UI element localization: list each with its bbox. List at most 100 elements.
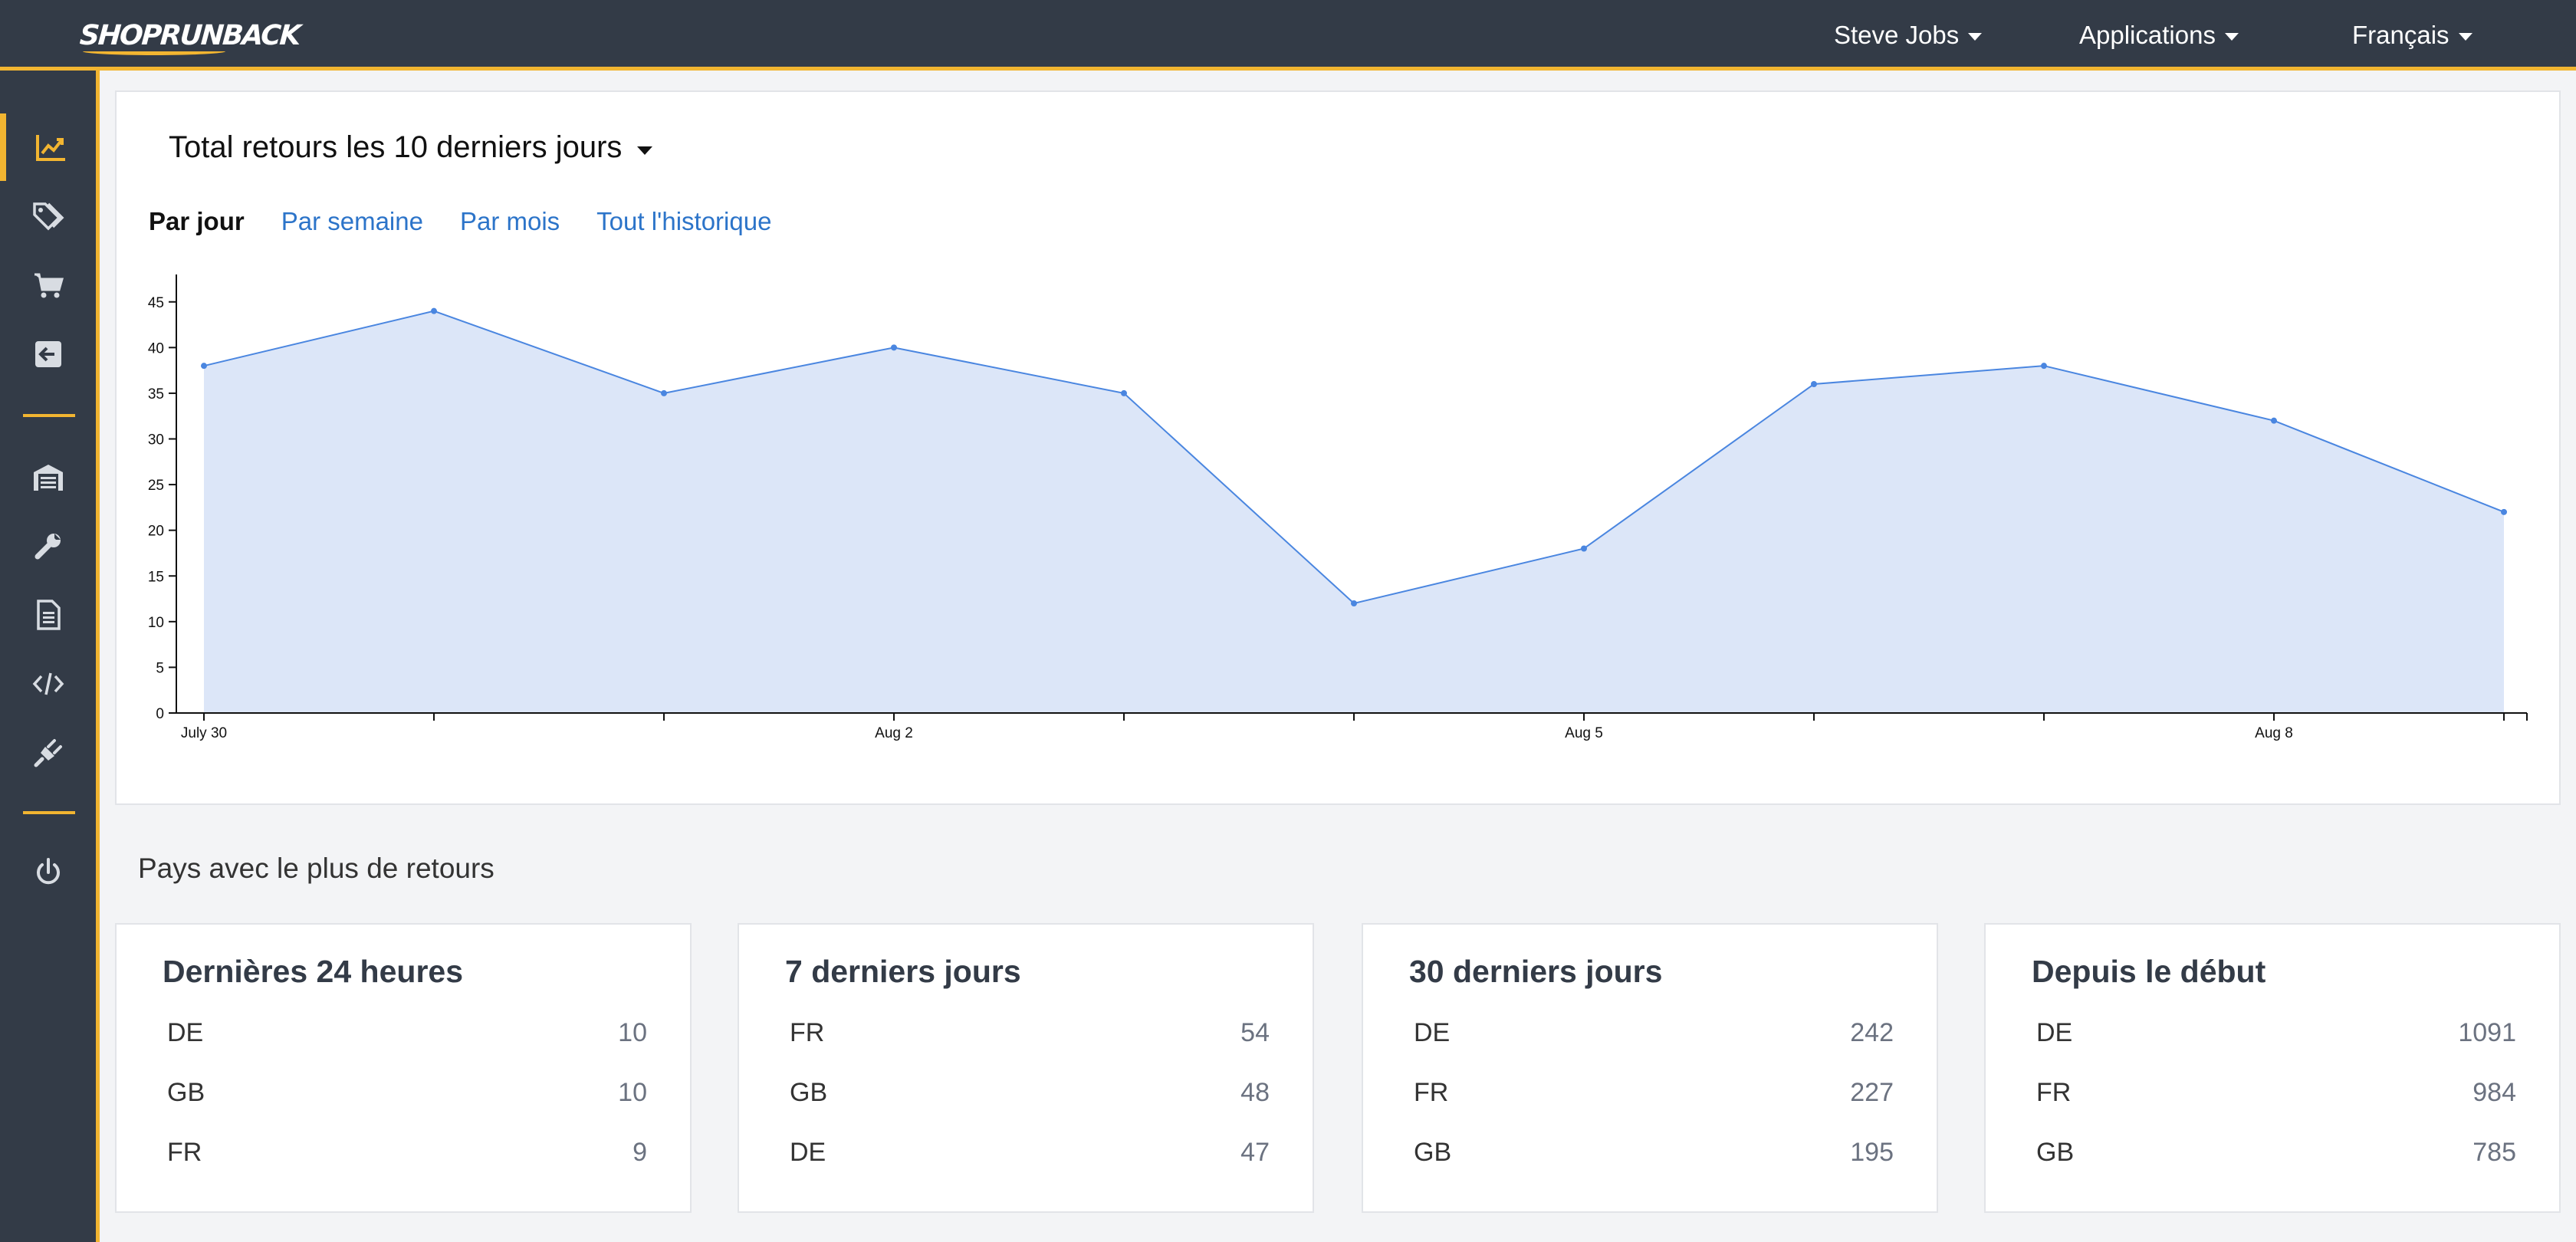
sidebar-item-warehouses[interactable] bbox=[0, 443, 96, 511]
language-menu[interactable]: Français bbox=[2352, 0, 2472, 71]
applications-menu[interactable]: Applications bbox=[2079, 0, 2239, 71]
user-menu[interactable]: Steve Jobs bbox=[1834, 0, 1983, 71]
sidebar-item-dashboard[interactable] bbox=[0, 113, 96, 181]
return-count: 984 bbox=[2472, 1077, 2516, 1107]
card-title: 30 derniers jours bbox=[1409, 954, 1663, 989]
countries-section-title: Pays avec le plus de retours bbox=[138, 853, 495, 884]
return-count: 47 bbox=[1240, 1137, 1270, 1167]
chart-point-1 bbox=[431, 307, 437, 314]
list-item: FR 54 bbox=[790, 1014, 1270, 1052]
chart-point-7 bbox=[1811, 381, 1817, 387]
sidebar-item-tags[interactable] bbox=[0, 182, 96, 250]
sidebar-item-documents[interactable] bbox=[0, 581, 96, 649]
sidebar-separator bbox=[23, 811, 75, 814]
sidebar-item-settings[interactable] bbox=[0, 512, 96, 580]
card-title: 7 derniers jours bbox=[785, 954, 1021, 989]
plug-icon bbox=[34, 739, 62, 767]
list-item: DE 242 bbox=[1414, 1014, 1894, 1052]
sidebar-item-orders[interactable] bbox=[0, 251, 96, 319]
chart-point-4 bbox=[1121, 389, 1127, 396]
country-code: DE bbox=[790, 1137, 826, 1167]
y-tick-label-30: 30 bbox=[148, 432, 164, 449]
x-tick-label-6: Aug 5 bbox=[1565, 725, 1603, 741]
list-item: DE 10 bbox=[167, 1014, 647, 1052]
chevron-down-icon bbox=[1968, 33, 1983, 41]
chart-point-8 bbox=[2041, 363, 2047, 370]
chart-point-3 bbox=[891, 344, 897, 351]
sidebar-item-returns[interactable] bbox=[0, 320, 96, 388]
card-title: Dernières 24 heures bbox=[163, 954, 464, 989]
y-tick-label-25: 25 bbox=[148, 478, 164, 494]
list-item: GB 48 bbox=[790, 1073, 1270, 1112]
language-menu-label: Français bbox=[2352, 21, 2450, 49]
return-count: 10 bbox=[618, 1017, 647, 1047]
wrench-icon bbox=[34, 534, 61, 560]
power-icon bbox=[36, 858, 60, 885]
x-tick-label-3: Aug 2 bbox=[875, 725, 913, 741]
y-tick-label-0: 0 bbox=[156, 706, 164, 722]
returns-area-chart: 0 5 10 15 20 25 30 35 40 45 July 30 Aug 2 Aug 5 Aug 8 bbox=[148, 274, 2528, 741]
return-count: 227 bbox=[1850, 1077, 1894, 1107]
x-tick-label-0: July 30 bbox=[181, 725, 227, 741]
country-code: GB bbox=[167, 1077, 205, 1107]
country-code: DE bbox=[167, 1017, 204, 1047]
y-tick-label-15: 15 bbox=[148, 569, 164, 585]
y-tick-label-35: 35 bbox=[148, 386, 164, 402]
top-bar: SHOPRUNBACK Steve Jobs Applications Fran… bbox=[0, 0, 2576, 71]
x-tick-label-9: Aug 8 bbox=[2255, 725, 2293, 741]
chart-point-5 bbox=[1351, 600, 1357, 606]
list-item: DE 1091 bbox=[2036, 1014, 2516, 1052]
chart-point-10 bbox=[2501, 508, 2507, 515]
y-tick-label-5: 5 bbox=[156, 660, 164, 676]
country-card-24h: Dernières 24 heures DE 10 GB 10 FR 9 bbox=[115, 923, 692, 1213]
y-tick-label-45: 45 bbox=[148, 295, 164, 311]
user-menu-label: Steve Jobs bbox=[1834, 21, 1960, 49]
chart-point-9 bbox=[2271, 417, 2277, 424]
country-code: GB bbox=[2036, 1137, 2075, 1167]
list-item: FR 9 bbox=[167, 1133, 647, 1171]
return-count: 195 bbox=[1850, 1137, 1894, 1167]
chart-line-icon bbox=[35, 135, 65, 161]
sidebar-item-logout[interactable] bbox=[0, 839, 96, 906]
code-icon bbox=[32, 672, 64, 695]
country-code: FR bbox=[2036, 1077, 2072, 1107]
list-item: GB 785 bbox=[2036, 1133, 2516, 1171]
chart-area-fill bbox=[204, 310, 2504, 714]
country-card-7d: 7 derniers jours FR 54 GB 48 DE 47 bbox=[738, 923, 1314, 1213]
return-count: 1091 bbox=[2458, 1017, 2516, 1047]
country-code: FR bbox=[790, 1017, 825, 1047]
return-count: 54 bbox=[1240, 1017, 1270, 1047]
country-code: FR bbox=[1414, 1077, 1449, 1107]
return-count: 242 bbox=[1850, 1017, 1894, 1047]
y-tick-label-40: 40 bbox=[148, 340, 164, 356]
sidebar bbox=[0, 71, 100, 1242]
y-tick-label-10: 10 bbox=[148, 615, 164, 631]
country-card-30d: 30 derniers jours DE 242 FR 227 GB 195 bbox=[1362, 923, 1938, 1213]
list-item: FR 227 bbox=[1414, 1073, 1894, 1112]
country-code: DE bbox=[2036, 1017, 2073, 1047]
chart-point-6 bbox=[1581, 545, 1587, 552]
sidebar-item-developers[interactable] bbox=[0, 650, 96, 718]
chevron-down-icon bbox=[2224, 33, 2239, 41]
return-arrow-icon bbox=[34, 341, 61, 367]
country-code: FR bbox=[167, 1137, 202, 1167]
return-count: 9 bbox=[632, 1137, 647, 1167]
list-item: GB 195 bbox=[1414, 1133, 1894, 1171]
sidebar-item-integrations[interactable] bbox=[0, 719, 96, 787]
sidebar-separator bbox=[23, 414, 75, 417]
country-code: GB bbox=[1414, 1137, 1452, 1167]
chevron-down-icon bbox=[2458, 33, 2472, 41]
return-count: 10 bbox=[618, 1077, 647, 1107]
shoprunback-logo[interactable]: SHOPRUNBACK bbox=[79, 15, 301, 57]
list-item: FR 984 bbox=[2036, 1073, 2516, 1112]
returns-chart-panel: Total retours les 10 derniers jours Par … bbox=[115, 90, 2561, 805]
tags-icon bbox=[32, 202, 64, 231]
return-count: 785 bbox=[2472, 1137, 2516, 1167]
document-icon bbox=[36, 600, 61, 630]
country-card-all-time: Depuis le début DE 1091 FR 984 GB 785 bbox=[1984, 923, 2561, 1213]
list-item: DE 47 bbox=[790, 1133, 1270, 1171]
logo-text: SHOPRUNBACK bbox=[78, 20, 301, 51]
warehouse-icon bbox=[33, 465, 63, 491]
chart-point-2 bbox=[661, 389, 667, 396]
y-tick-label-20: 20 bbox=[148, 524, 164, 540]
